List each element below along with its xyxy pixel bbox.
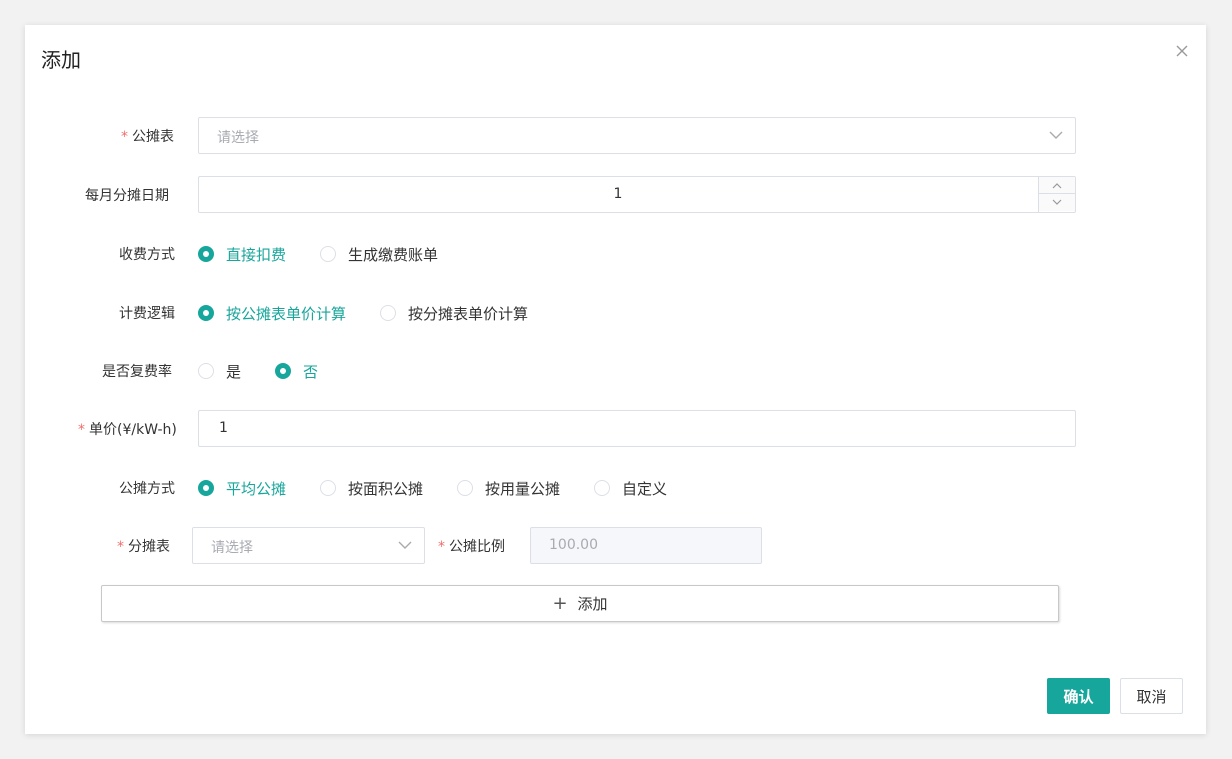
decrement-button[interactable]	[1039, 194, 1075, 211]
sub-meter-placeholder: 请选择	[211, 540, 253, 556]
stepper-controls	[1038, 177, 1075, 212]
monthly-date-label: 每月分摊日期	[85, 188, 169, 204]
radio-by-shared-meter-price[interactable]: 按公摊表单价计算	[198, 303, 346, 324]
chevron-down-icon	[1052, 199, 1062, 205]
dialog-title: 添加	[41, 48, 81, 72]
multi-rate-label: 是否复费率	[102, 364, 172, 380]
radio-custom-share[interactable]: 自定义	[594, 478, 667, 499]
radio-circle	[275, 363, 292, 379]
chevron-down-icon	[1049, 131, 1063, 139]
increment-button[interactable]	[1039, 177, 1075, 194]
monthly-date-stepper[interactable]: 1	[198, 176, 1076, 213]
monthly-date-value: 1	[613, 186, 623, 202]
charge-method-group: 直接扣费 生成缴费账单	[198, 244, 472, 264]
billing-logic-label: 计费逻辑	[119, 306, 175, 322]
add-row-button[interactable]: + 添加	[101, 585, 1059, 622]
close-icon[interactable]	[1174, 43, 1190, 59]
sub-meter-select[interactable]: 请选择	[192, 527, 425, 564]
radio-average-share[interactable]: 平均公摊	[198, 478, 286, 499]
chevron-up-icon	[1052, 183, 1062, 189]
radio-circle	[198, 480, 214, 496]
radio-circle	[457, 480, 474, 496]
cancel-button[interactable]: 取消	[1120, 678, 1183, 714]
sub-meter-label: * 分摊表	[117, 539, 170, 555]
share-ratio-value: 100.00	[549, 537, 598, 553]
confirm-button[interactable]: 确认	[1047, 678, 1110, 714]
meter-select[interactable]: 请选择	[198, 117, 1076, 154]
share-method-group: 平均公摊 按面积公摊 按用量公摊 自定义	[198, 478, 701, 498]
unit-price-value: 1	[219, 420, 228, 436]
share-ratio-input: 100.00	[530, 527, 762, 564]
radio-share-by-area[interactable]: 按面积公摊	[320, 478, 423, 499]
chevron-down-icon	[398, 541, 412, 549]
radio-circle	[198, 305, 214, 321]
radio-circle	[380, 305, 397, 321]
meter-label: * 公摊表	[121, 129, 174, 145]
radio-direct-deduction[interactable]: 直接扣费	[198, 244, 286, 265]
add-row-label: 添加	[577, 595, 608, 613]
meter-select-placeholder: 请选择	[217, 130, 259, 146]
radio-multi-rate-no[interactable]: 否	[275, 361, 318, 382]
radio-circle	[320, 480, 337, 496]
radio-by-sub-meter-price[interactable]: 按分摊表单价计算	[380, 303, 528, 324]
radio-circle	[198, 246, 214, 262]
radio-circle	[594, 480, 611, 496]
radio-multi-rate-yes[interactable]: 是	[198, 361, 241, 382]
radio-circle	[320, 246, 337, 262]
radio-generate-bill[interactable]: 生成缴费账单	[320, 244, 438, 265]
radio-circle	[198, 363, 214, 379]
plus-icon: +	[552, 593, 568, 614]
billing-logic-group: 按公摊表单价计算 按分摊表单价计算	[198, 303, 562, 323]
share-method-label: 公摊方式	[119, 481, 175, 497]
unit-price-label: * 单价(¥/kW-h)	[78, 422, 177, 438]
multi-rate-group: 是 否	[198, 361, 352, 381]
charge-method-label: 收费方式	[119, 247, 175, 263]
share-ratio-label: * 公摊比例	[438, 539, 505, 555]
add-dialog: 添加 * 公摊表 请选择 每月分摊日期 1 收费方式 直接扣费 生成缴费账单 计…	[25, 25, 1206, 734]
radio-share-by-usage[interactable]: 按用量公摊	[457, 478, 560, 499]
unit-price-input[interactable]: 1	[198, 410, 1076, 447]
